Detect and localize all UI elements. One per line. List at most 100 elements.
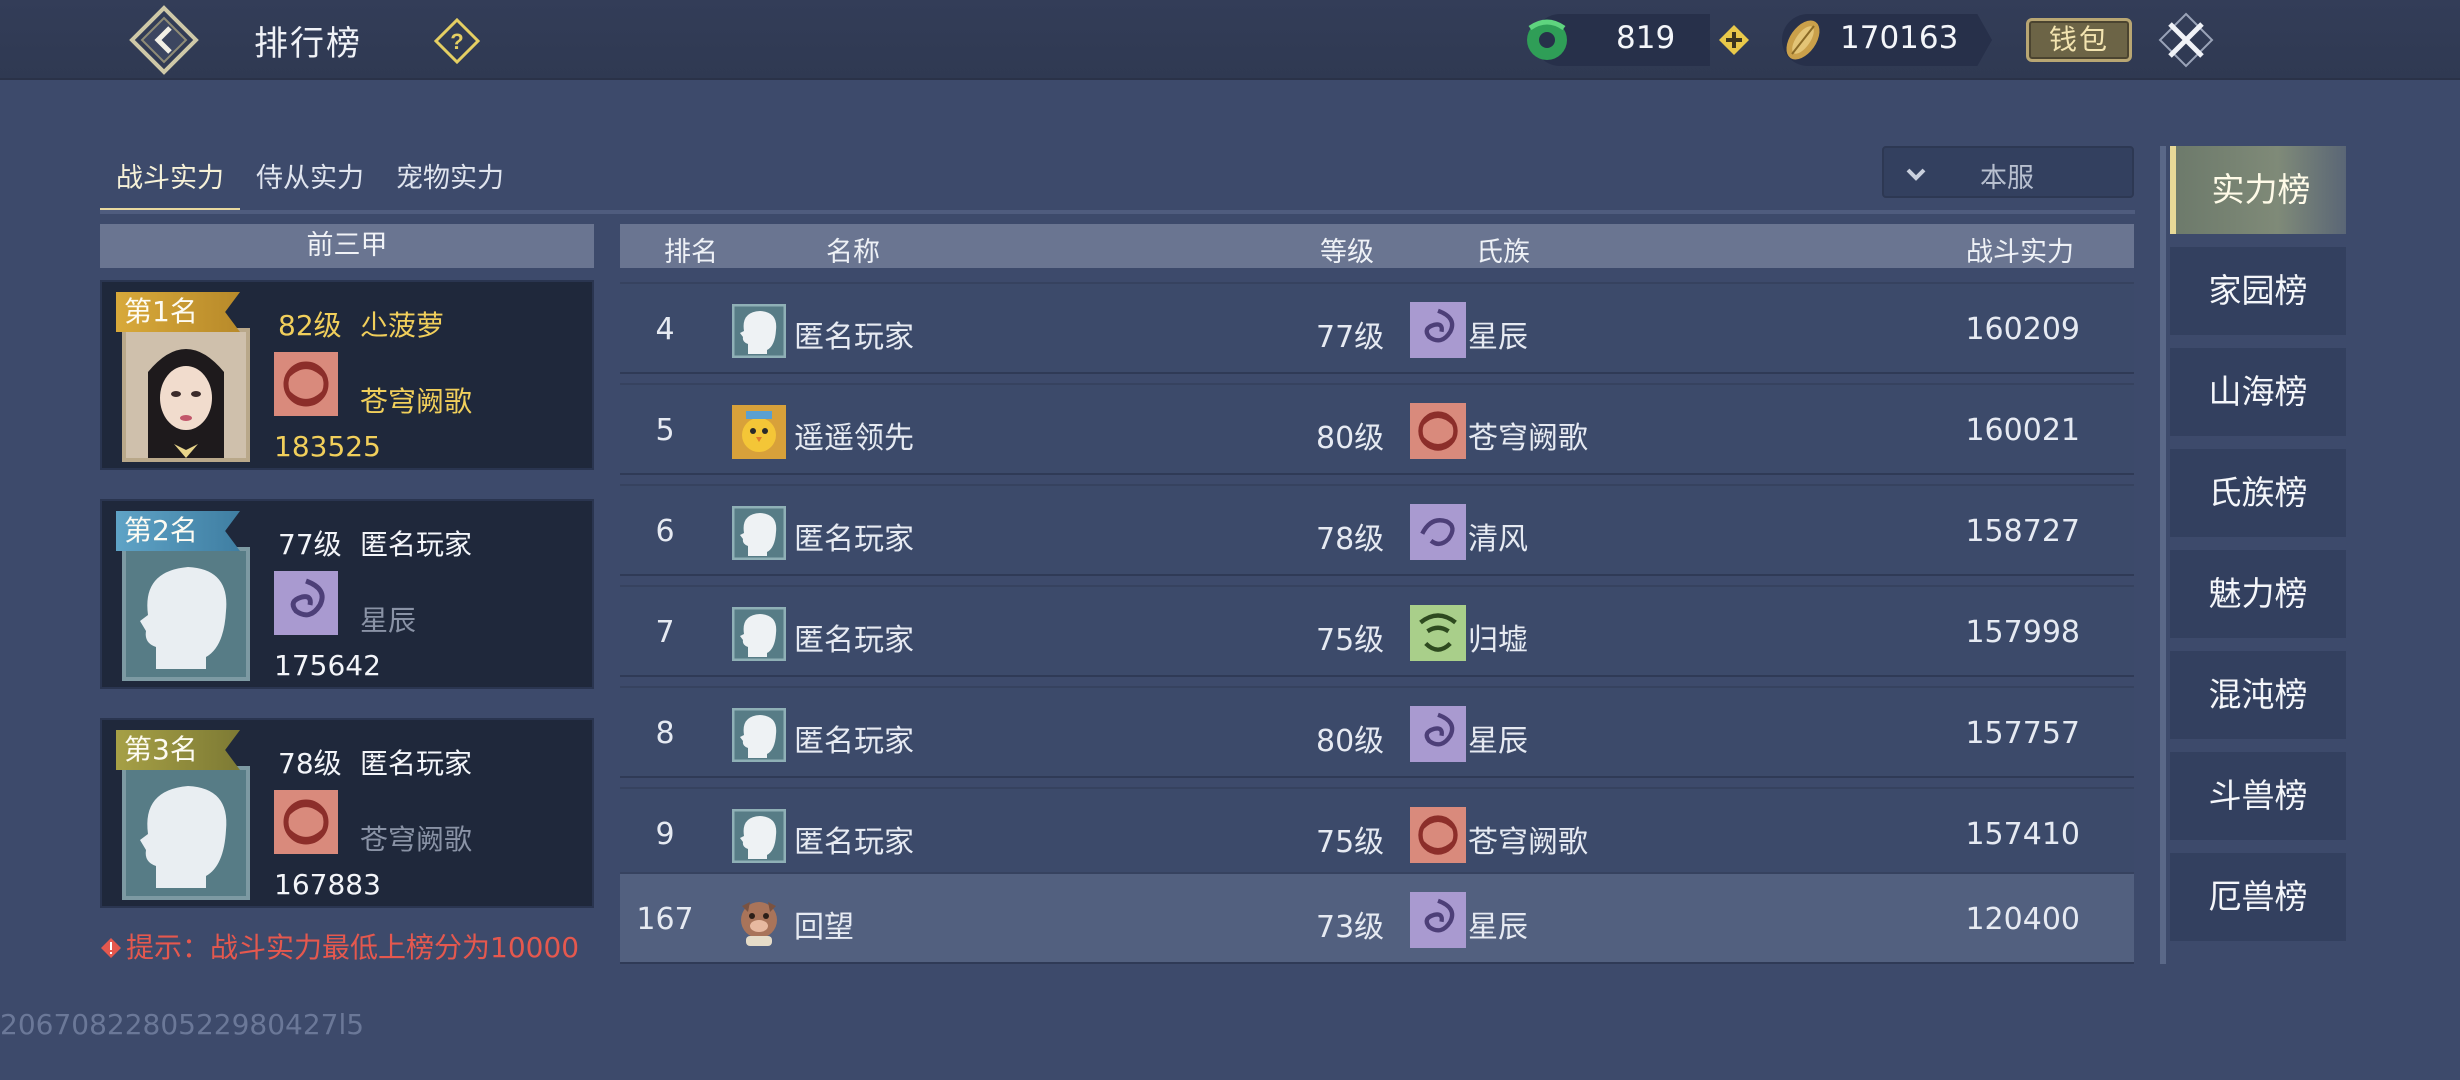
close-icon bbox=[2158, 12, 2214, 68]
nav-rail bbox=[2160, 146, 2166, 964]
clan-guixu-icon bbox=[1410, 605, 1466, 661]
tab-servant-power[interactable]: 侍从实力 bbox=[240, 150, 380, 212]
row-clan: 星辰 bbox=[1468, 910, 1528, 945]
col-power: 战斗实力 bbox=[1966, 237, 2074, 268]
anonymous-avatar-icon bbox=[731, 505, 787, 561]
ranking-tip: 提示：战斗实力最低上榜分为10000 bbox=[100, 926, 579, 966]
tabs-divider bbox=[100, 210, 2135, 214]
top3-card-3[interactable]: 第3名 78级 匿名玩家 苍穹阙歌 167883 bbox=[100, 718, 594, 908]
row-power: 157757 bbox=[1965, 716, 2080, 751]
table-row[interactable]: 9 匿名玩家 75级 苍穹阙歌 157410 bbox=[620, 787, 2134, 879]
row-player-name: 匿名玩家 bbox=[794, 724, 914, 759]
row-power: 120400 bbox=[1965, 902, 2080, 937]
player-clan: 星辰 bbox=[360, 604, 417, 637]
row-level: 80级 bbox=[1316, 724, 1385, 759]
row-power: 157410 bbox=[1965, 817, 2080, 852]
anonymous-avatar-icon bbox=[731, 606, 787, 662]
rank-badge: 第1名 bbox=[116, 292, 240, 332]
row-player-name: 回望 bbox=[794, 910, 854, 945]
nav-item-6[interactable]: 斗兽榜 bbox=[2170, 752, 2346, 840]
table-row[interactable]: 7 匿名玩家 75级 归墟 157998 bbox=[620, 585, 2134, 677]
clan-xingchen-icon bbox=[274, 571, 338, 635]
row-level: 73级 bbox=[1316, 910, 1385, 945]
player-level: 82级 bbox=[278, 309, 342, 342]
clan-cangqiong-icon bbox=[274, 352, 338, 416]
row-player-name: 匿名玩家 bbox=[794, 522, 914, 557]
clan-xingchen-icon bbox=[1410, 302, 1466, 358]
clan-cangqiong-icon bbox=[1410, 807, 1466, 863]
nav-item-5[interactable]: 混沌榜 bbox=[2170, 651, 2346, 739]
nav-item-3[interactable]: 氏族榜 bbox=[2170, 449, 2346, 537]
help-button[interactable]: ? bbox=[433, 17, 481, 65]
table-row[interactable]: 6 匿名玩家 78级 清风 158727 bbox=[620, 484, 2134, 576]
row-rank: 5 bbox=[655, 413, 675, 448]
player-name: 匿名玩家 bbox=[360, 747, 473, 780]
player-name: 尐菠萝 bbox=[360, 309, 445, 342]
col-level: 等级 bbox=[1320, 237, 1374, 268]
close-button[interactable] bbox=[2154, 8, 2218, 72]
gold-amount: 170163 bbox=[1840, 20, 1959, 56]
nav-item-1[interactable]: 家园榜 bbox=[2170, 247, 2346, 335]
player-clan: 苍穹阙歌 bbox=[360, 385, 473, 418]
row-level: 77级 bbox=[1316, 320, 1385, 355]
tab-pet-power[interactable]: 宠物实力 bbox=[380, 150, 520, 212]
power-type-tabs: 战斗实力 侍从实力 宠物实力 bbox=[100, 150, 520, 212]
row-rank: 7 bbox=[655, 615, 675, 650]
player-level: 78级 bbox=[278, 747, 342, 780]
row-level: 78级 bbox=[1316, 522, 1385, 557]
page-title: 排行榜 bbox=[254, 24, 362, 64]
row-player-name: 遥遥领先 bbox=[794, 421, 914, 456]
top3-card-2[interactable]: 第2名 77级 匿名玩家 星辰 175642 bbox=[100, 499, 594, 689]
row-power: 157998 bbox=[1965, 615, 2080, 650]
nav-item-7[interactable]: 厄兽榜 bbox=[2170, 853, 2346, 941]
table-row[interactable]: 4 匿名玩家 77级 星辰 160209 bbox=[620, 282, 2134, 374]
avatar bbox=[122, 328, 250, 462]
question-icon: ? bbox=[433, 17, 481, 65]
row-clan: 清风 bbox=[1468, 522, 1528, 557]
clan-qingfeng-icon bbox=[1410, 504, 1466, 560]
row-player-name: 匿名玩家 bbox=[794, 320, 914, 355]
server-filter-value: 本服 bbox=[1980, 163, 2034, 194]
gold-currency-icon bbox=[1776, 12, 1830, 66]
col-name: 名称 bbox=[826, 237, 880, 268]
svg-text:?: ? bbox=[450, 29, 463, 54]
player-power: 175642 bbox=[274, 649, 381, 682]
chevron-down-icon bbox=[1906, 168, 1926, 181]
row-clan: 苍穹阙歌 bbox=[1468, 421, 1588, 456]
row-clan: 归墟 bbox=[1468, 623, 1528, 658]
player-name: 匿名玩家 bbox=[360, 528, 473, 561]
back-button[interactable] bbox=[128, 4, 200, 76]
avatar bbox=[122, 547, 250, 681]
table-row[interactable]: 5 遥遥领先 80级 苍穹阙歌 160021 bbox=[620, 383, 2134, 475]
session-id: 2067082280522980427l5 bbox=[0, 1008, 365, 1041]
row-power: 160209 bbox=[1965, 312, 2080, 347]
avatar bbox=[122, 766, 250, 900]
table-header: 排名 名称 等级 氏族 战斗实力 bbox=[620, 224, 2134, 268]
self-rank-row[interactable]: 167 回望 73级 星辰 120400 bbox=[620, 872, 2134, 964]
top-bar: 排行榜 ? 819 170163 钱包 bbox=[0, 0, 2460, 80]
row-player-name: 匿名玩家 bbox=[794, 825, 914, 860]
wallet-button[interactable]: 钱包 bbox=[2026, 18, 2132, 62]
top3-card-1[interactable]: 第1名 82级 尐菠萝 苍穹阙歌 183525 bbox=[100, 280, 594, 470]
add-currency-button[interactable] bbox=[1718, 24, 1750, 56]
row-rank: 9 bbox=[655, 817, 675, 852]
nav-item-4[interactable]: 魅力榜 bbox=[2170, 550, 2346, 638]
clan-cangqiong-icon bbox=[1410, 403, 1466, 459]
jade-currency-icon bbox=[1520, 12, 1574, 66]
row-clan: 星辰 bbox=[1468, 320, 1528, 355]
col-clan: 氏族 bbox=[1476, 237, 1530, 268]
nav-item-2[interactable]: 山海榜 bbox=[2170, 348, 2346, 436]
server-filter-dropdown[interactable]: 本服 bbox=[1882, 146, 2134, 198]
table-row[interactable]: 8 匿名玩家 80级 星辰 157757 bbox=[620, 686, 2134, 778]
row-level: 80级 bbox=[1316, 421, 1385, 456]
warning-icon bbox=[101, 938, 121, 958]
piggy-avatar-icon bbox=[732, 894, 786, 948]
nav-item-0[interactable]: 实力榜 bbox=[2170, 146, 2346, 234]
top3-header: 前三甲 bbox=[100, 224, 594, 268]
player-power: 167883 bbox=[274, 868, 381, 901]
rank-badge: 第2名 bbox=[116, 511, 240, 551]
clan-cangqiong-icon bbox=[274, 790, 338, 854]
jade-amount: 819 bbox=[1616, 20, 1676, 56]
anonymous-avatar-icon bbox=[731, 303, 787, 359]
tab-combat-power[interactable]: 战斗实力 bbox=[100, 150, 240, 212]
